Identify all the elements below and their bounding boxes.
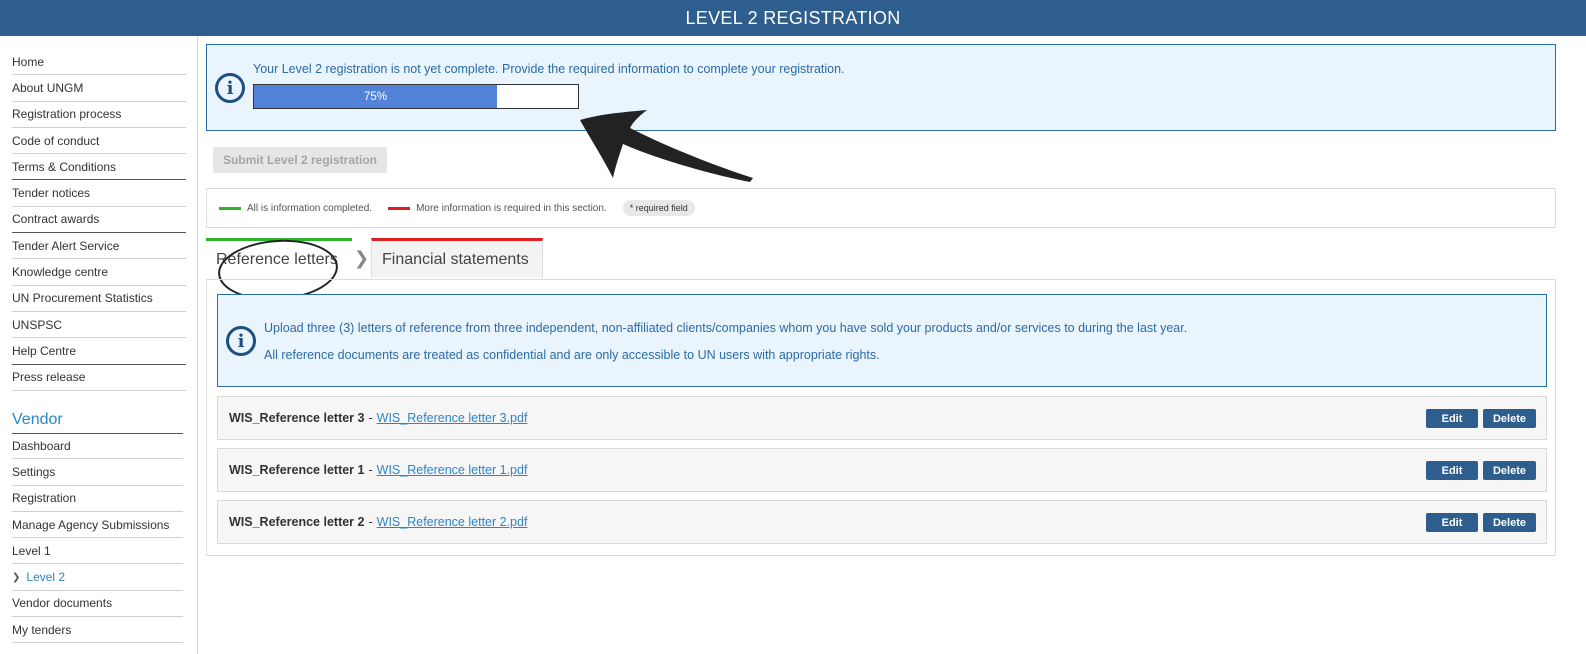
document-link[interactable]: WIS_Reference letter 3.pdf: [377, 411, 528, 425]
sidebar-item-registration[interactable]: Registration: [12, 486, 183, 512]
sidebar-item-registration-process[interactable]: Registration process: [12, 102, 186, 128]
delete-button[interactable]: Delete: [1483, 513, 1536, 532]
edit-button[interactable]: Edit: [1426, 513, 1478, 532]
legend-incomplete-label: More information is required in this sec…: [416, 202, 607, 214]
sidebar-item-unspsc[interactable]: UNSPSC: [12, 312, 186, 339]
tab-reference-letters[interactable]: Reference letters: [206, 238, 352, 278]
info-icon: i: [226, 326, 256, 356]
sidebar-item-tender-notices[interactable]: Tender notices: [12, 180, 186, 207]
sidebar-item-about[interactable]: About UNGM: [12, 75, 186, 102]
legend-complete-label: All is information completed.: [247, 202, 373, 214]
chevron-right-icon: ❯: [12, 571, 21, 583]
sidebar-item-code-of-conduct[interactable]: Code of conduct: [12, 128, 186, 155]
separator: -: [368, 463, 373, 477]
upload-info-box: i Upload three (3) letters of reference …: [217, 294, 1547, 387]
sidebar-item-knowledge-centre[interactable]: Knowledge centre: [12, 259, 186, 286]
section-tabs: Reference letters ❯ Financial statements: [206, 235, 1556, 305]
edit-button[interactable]: Edit: [1426, 461, 1478, 480]
info-line-1: Upload three (3) letters of reference fr…: [264, 321, 1188, 335]
main-nav: Home About UNGM Registration process Cod…: [0, 49, 186, 391]
info-icon: i: [215, 73, 245, 103]
tab-label: Financial statements: [382, 250, 529, 268]
sidebar-item-help-centre[interactable]: Help Centre: [12, 338, 186, 365]
delete-button[interactable]: Delete: [1483, 461, 1536, 480]
sidebar-item-tender-alert[interactable]: Tender Alert Service: [12, 233, 186, 260]
document-link[interactable]: WIS_Reference letter 2.pdf: [377, 515, 528, 529]
document-row: WIS_Reference letter 1 - WIS_Reference l…: [217, 448, 1547, 492]
delete-button[interactable]: Delete: [1483, 409, 1536, 428]
sidebar-item-vendor-documents[interactable]: Vendor documents: [12, 591, 183, 618]
submit-level2-button[interactable]: Submit Level 2 registration: [213, 147, 387, 173]
sidebar-item-dashboard[interactable]: Dashboard: [12, 433, 183, 460]
document-name: WIS_Reference letter 3: [229, 411, 365, 425]
sidebar-item-terms[interactable]: Terms & Conditions: [12, 154, 186, 181]
document-name: WIS_Reference letter 2: [229, 515, 365, 529]
sidebar-item-procurement-statistics[interactable]: UN Procurement Statistics: [12, 286, 186, 312]
required-field-badge: * required field: [622, 200, 695, 216]
sidebar-item-my-tenders[interactable]: My tenders: [12, 617, 183, 644]
sidebar-item-home[interactable]: Home: [12, 49, 186, 76]
status-legend: All is information completed. More infor…: [206, 188, 1556, 228]
info-line-2: All reference documents are treated as c…: [264, 348, 880, 362]
document-link[interactable]: WIS_Reference letter 1.pdf: [377, 463, 528, 477]
sidebar-item-level-1[interactable]: Level 1: [12, 538, 183, 565]
sidebar-item-level-2[interactable]: ❯ Level 2: [12, 564, 183, 591]
annotation-arrow-icon: [580, 110, 753, 182]
red-line-icon: [388, 206, 411, 210]
tab-label: Reference letters: [216, 250, 338, 268]
progress-bar: 75%: [253, 84, 579, 109]
reference-letters-panel: i Upload three (3) letters of reference …: [206, 279, 1556, 556]
vendor-section-heading: Vendor: [12, 406, 183, 434]
separator: -: [368, 411, 373, 425]
page-title: LEVEL 2 REGISTRATION: [685, 7, 901, 28]
sidebar: Home About UNGM Registration process Cod…: [0, 36, 198, 654]
sidebar-item-contract-awards[interactable]: Contract awards: [12, 207, 186, 234]
registration-alert: i Your Level 2 registration is not yet c…: [206, 44, 1556, 131]
document-row: WIS_Reference letter 2 - WIS_Reference l…: [217, 500, 1547, 544]
vendor-nav: Dashboard Settings Registration Manage A…: [12, 433, 183, 644]
green-line-icon: [219, 206, 241, 210]
page-header: LEVEL 2 REGISTRATION: [0, 0, 1586, 36]
sidebar-item-press-release[interactable]: Press release: [12, 365, 186, 391]
alert-message: Your Level 2 registration is not yet com…: [253, 62, 845, 76]
edit-button[interactable]: Edit: [1426, 409, 1478, 428]
document-name: WIS_Reference letter 1: [229, 463, 365, 477]
sidebar-item-settings[interactable]: Settings: [12, 459, 183, 486]
document-row: WIS_Reference letter 3 - WIS_Reference l…: [217, 396, 1547, 440]
sidebar-item-label: Level 2: [26, 570, 66, 585]
separator: -: [368, 515, 373, 529]
legend-complete: All is information completed.: [219, 203, 372, 214]
progress-fill: 75%: [254, 85, 497, 108]
tab-financial-statements[interactable]: Financial statements: [371, 238, 543, 278]
legend-incomplete: More information is required in this sec…: [388, 203, 607, 214]
chevron-right-icon: ❯: [354, 248, 370, 268]
sidebar-item-agency-submissions[interactable]: Manage Agency Submissions: [12, 512, 183, 539]
